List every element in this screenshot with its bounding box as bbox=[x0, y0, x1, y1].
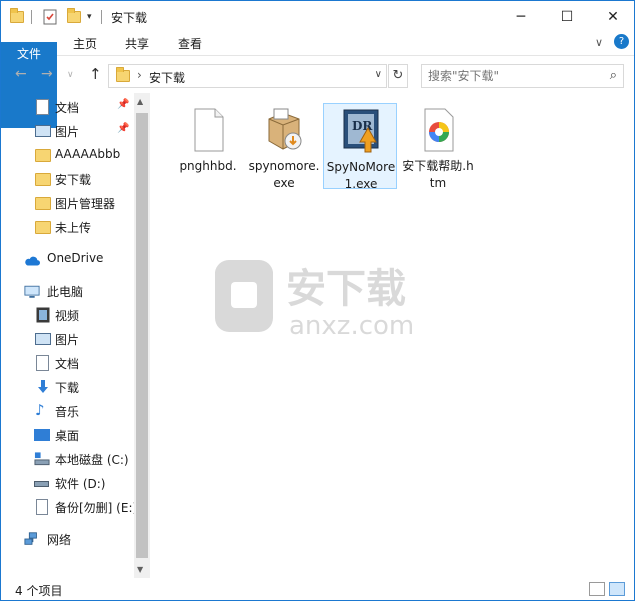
folder-icon bbox=[35, 149, 51, 162]
desktop-icon bbox=[34, 429, 50, 441]
breadcrumb-current[interactable]: 安下载 bbox=[149, 69, 185, 86]
nav-item-music[interactable]: ♪ 音乐 bbox=[1, 400, 133, 422]
anxz-watermark-logo: 安下载 anxz.com bbox=[207, 258, 427, 346]
file-name: SpyNoMore1.exe bbox=[326, 160, 396, 191]
pin-icon[interactable]: 📌 bbox=[117, 99, 129, 110]
title-bar: ▾ 安下载 ─ ☐ ✕ bbox=[1, 1, 634, 32]
installer-icon bbox=[265, 107, 303, 153]
file-item[interactable]: 安下载帮助.htm bbox=[401, 103, 475, 190]
scroll-up-arrow-icon[interactable]: ▲ bbox=[137, 97, 143, 106]
folder-icon bbox=[35, 197, 51, 210]
window-title: 安下载 bbox=[111, 11, 148, 25]
large-icons-view-icon[interactable] bbox=[609, 582, 625, 596]
file-name: spynomore.exe bbox=[248, 159, 320, 190]
file-item-selected[interactable]: DR SpyNoMore1.exe bbox=[323, 103, 397, 191]
status-bar: 4 个项目 bbox=[1, 578, 634, 600]
video-icon bbox=[36, 307, 50, 323]
explorer-window: ▾ 安下载 ─ ☐ ✕ 文件 主页 共享 查看 ∨ ? ← → ∨ ↑ › 安下… bbox=[0, 0, 635, 601]
window-folder-icon bbox=[10, 7, 24, 25]
expand-ribbon-icon[interactable]: ∨ bbox=[595, 36, 603, 49]
breadcrumb-chevron-icon[interactable]: › bbox=[137, 68, 142, 82]
blank-file-icon bbox=[189, 107, 227, 153]
search-icon[interactable]: ⌕ bbox=[610, 68, 617, 83]
nav-scrollbar[interactable]: ▲ ▼ bbox=[134, 93, 150, 578]
nav-item-anxiazai[interactable]: 安下载 bbox=[1, 168, 133, 190]
address-row: ← → ∨ ↑ › 安下载 ∨ ↻ ⌕ bbox=[1, 63, 634, 89]
address-dropdown-icon[interactable]: ∨ bbox=[375, 69, 382, 80]
folder-icon bbox=[35, 173, 51, 186]
details-view-icon[interactable] bbox=[589, 582, 605, 596]
navigation-pane: 文档 📌 图片 📌 AAAAAbbb 安下载 图片管理器 未上传 OneDriv… bbox=[1, 93, 149, 577]
new-folder-icon[interactable] bbox=[67, 7, 81, 25]
ribbon-tabs: 文件 主页 共享 查看 ∨ ? bbox=[1, 32, 634, 128]
watermark-en: anxz.com bbox=[289, 311, 414, 341]
html-file-icon bbox=[419, 107, 457, 153]
document-icon bbox=[36, 355, 49, 371]
drive-icon bbox=[34, 481, 49, 487]
folder-icon bbox=[35, 221, 51, 234]
picture-icon bbox=[35, 125, 51, 137]
file-list: pnghhbd. spynomore.exe DR SpyNoMore1.exe… bbox=[151, 93, 634, 577]
recent-locations-icon[interactable]: ∨ bbox=[67, 70, 74, 80]
drive-icon bbox=[36, 499, 48, 515]
file-name: 安下载帮助.htm bbox=[402, 159, 474, 190]
search-box[interactable]: ⌕ bbox=[421, 64, 624, 88]
nav-item-this-pc[interactable]: 此电脑 bbox=[1, 280, 133, 302]
search-input[interactable] bbox=[428, 68, 598, 84]
help-icon[interactable]: ? bbox=[614, 34, 629, 49]
watermark-cn: 安下载 bbox=[286, 266, 406, 312]
file-item[interactable]: pnghhbd. bbox=[171, 103, 245, 189]
picture-icon bbox=[35, 333, 51, 345]
forward-arrow-icon[interactable]: → bbox=[41, 66, 53, 82]
tab-share[interactable]: 共享 bbox=[113, 32, 161, 56]
nav-item-pc-pictures[interactable]: 图片 bbox=[1, 328, 133, 350]
nav-item-drive-e[interactable]: 备份[勿删] (E:) bbox=[1, 496, 137, 518]
music-icon: ♪ bbox=[35, 401, 45, 419]
network-icon bbox=[24, 532, 37, 545]
nav-item-drive-d[interactable]: 软件 (D:) bbox=[1, 472, 133, 494]
computer-icon bbox=[24, 285, 40, 298]
scroll-down-arrow-icon[interactable]: ▼ bbox=[137, 565, 143, 574]
customize-quick-access-icon[interactable]: ▾ bbox=[87, 8, 92, 25]
nav-item-image-manager[interactable]: 图片管理器 bbox=[1, 192, 133, 214]
nav-item-not-uploaded[interactable]: 未上传 bbox=[1, 216, 133, 238]
nav-item-onedrive[interactable]: OneDrive bbox=[1, 248, 133, 270]
up-arrow-icon[interactable]: ↑ bbox=[89, 65, 102, 83]
tab-home[interactable]: 主页 bbox=[61, 32, 109, 56]
refresh-button[interactable]: ↻ bbox=[388, 64, 408, 88]
local-disk-icon bbox=[34, 452, 50, 466]
item-count: 4 个项目 bbox=[15, 584, 63, 598]
file-name: pnghhbd. bbox=[179, 159, 237, 173]
download-icon bbox=[38, 380, 48, 393]
file-item[interactable]: spynomore.exe bbox=[247, 103, 321, 190]
nav-item-documents[interactable]: 文档 📌 bbox=[1, 96, 133, 118]
close-button[interactable]: ✕ bbox=[590, 1, 635, 32]
tab-view[interactable]: 查看 bbox=[166, 32, 214, 56]
minimize-button[interactable]: ─ bbox=[498, 1, 544, 32]
properties-icon[interactable] bbox=[42, 8, 58, 25]
quick-access-separator bbox=[31, 8, 32, 25]
title-separator bbox=[101, 8, 102, 25]
nav-item-desktop[interactable]: 桌面 bbox=[1, 424, 133, 446]
onedrive-cloud-icon bbox=[25, 256, 40, 266]
back-arrow-icon[interactable]: ← bbox=[15, 66, 27, 82]
nav-item-aaaaabbb[interactable]: AAAAAbbb bbox=[1, 144, 133, 166]
nav-item-videos[interactable]: 视频 bbox=[1, 304, 133, 326]
pin-icon[interactable]: 📌 bbox=[117, 123, 129, 134]
nav-item-network[interactable]: 网络 bbox=[1, 528, 133, 550]
scrollbar-thumb[interactable] bbox=[136, 113, 148, 558]
nav-item-pc-documents[interactable]: 文档 bbox=[1, 352, 133, 374]
document-icon bbox=[36, 99, 49, 115]
nav-item-local-disk-c[interactable]: 本地磁盘 (C:) bbox=[1, 448, 133, 470]
nav-item-pictures[interactable]: 图片 📌 bbox=[1, 120, 133, 142]
address-bar[interactable]: › 安下载 ∨ bbox=[108, 64, 387, 88]
address-folder-icon bbox=[116, 67, 130, 82]
maximize-button[interactable]: ☐ bbox=[544, 1, 590, 32]
spynomore-app-icon: DR bbox=[342, 108, 380, 154]
nav-item-downloads[interactable]: 下载 bbox=[1, 376, 133, 398]
